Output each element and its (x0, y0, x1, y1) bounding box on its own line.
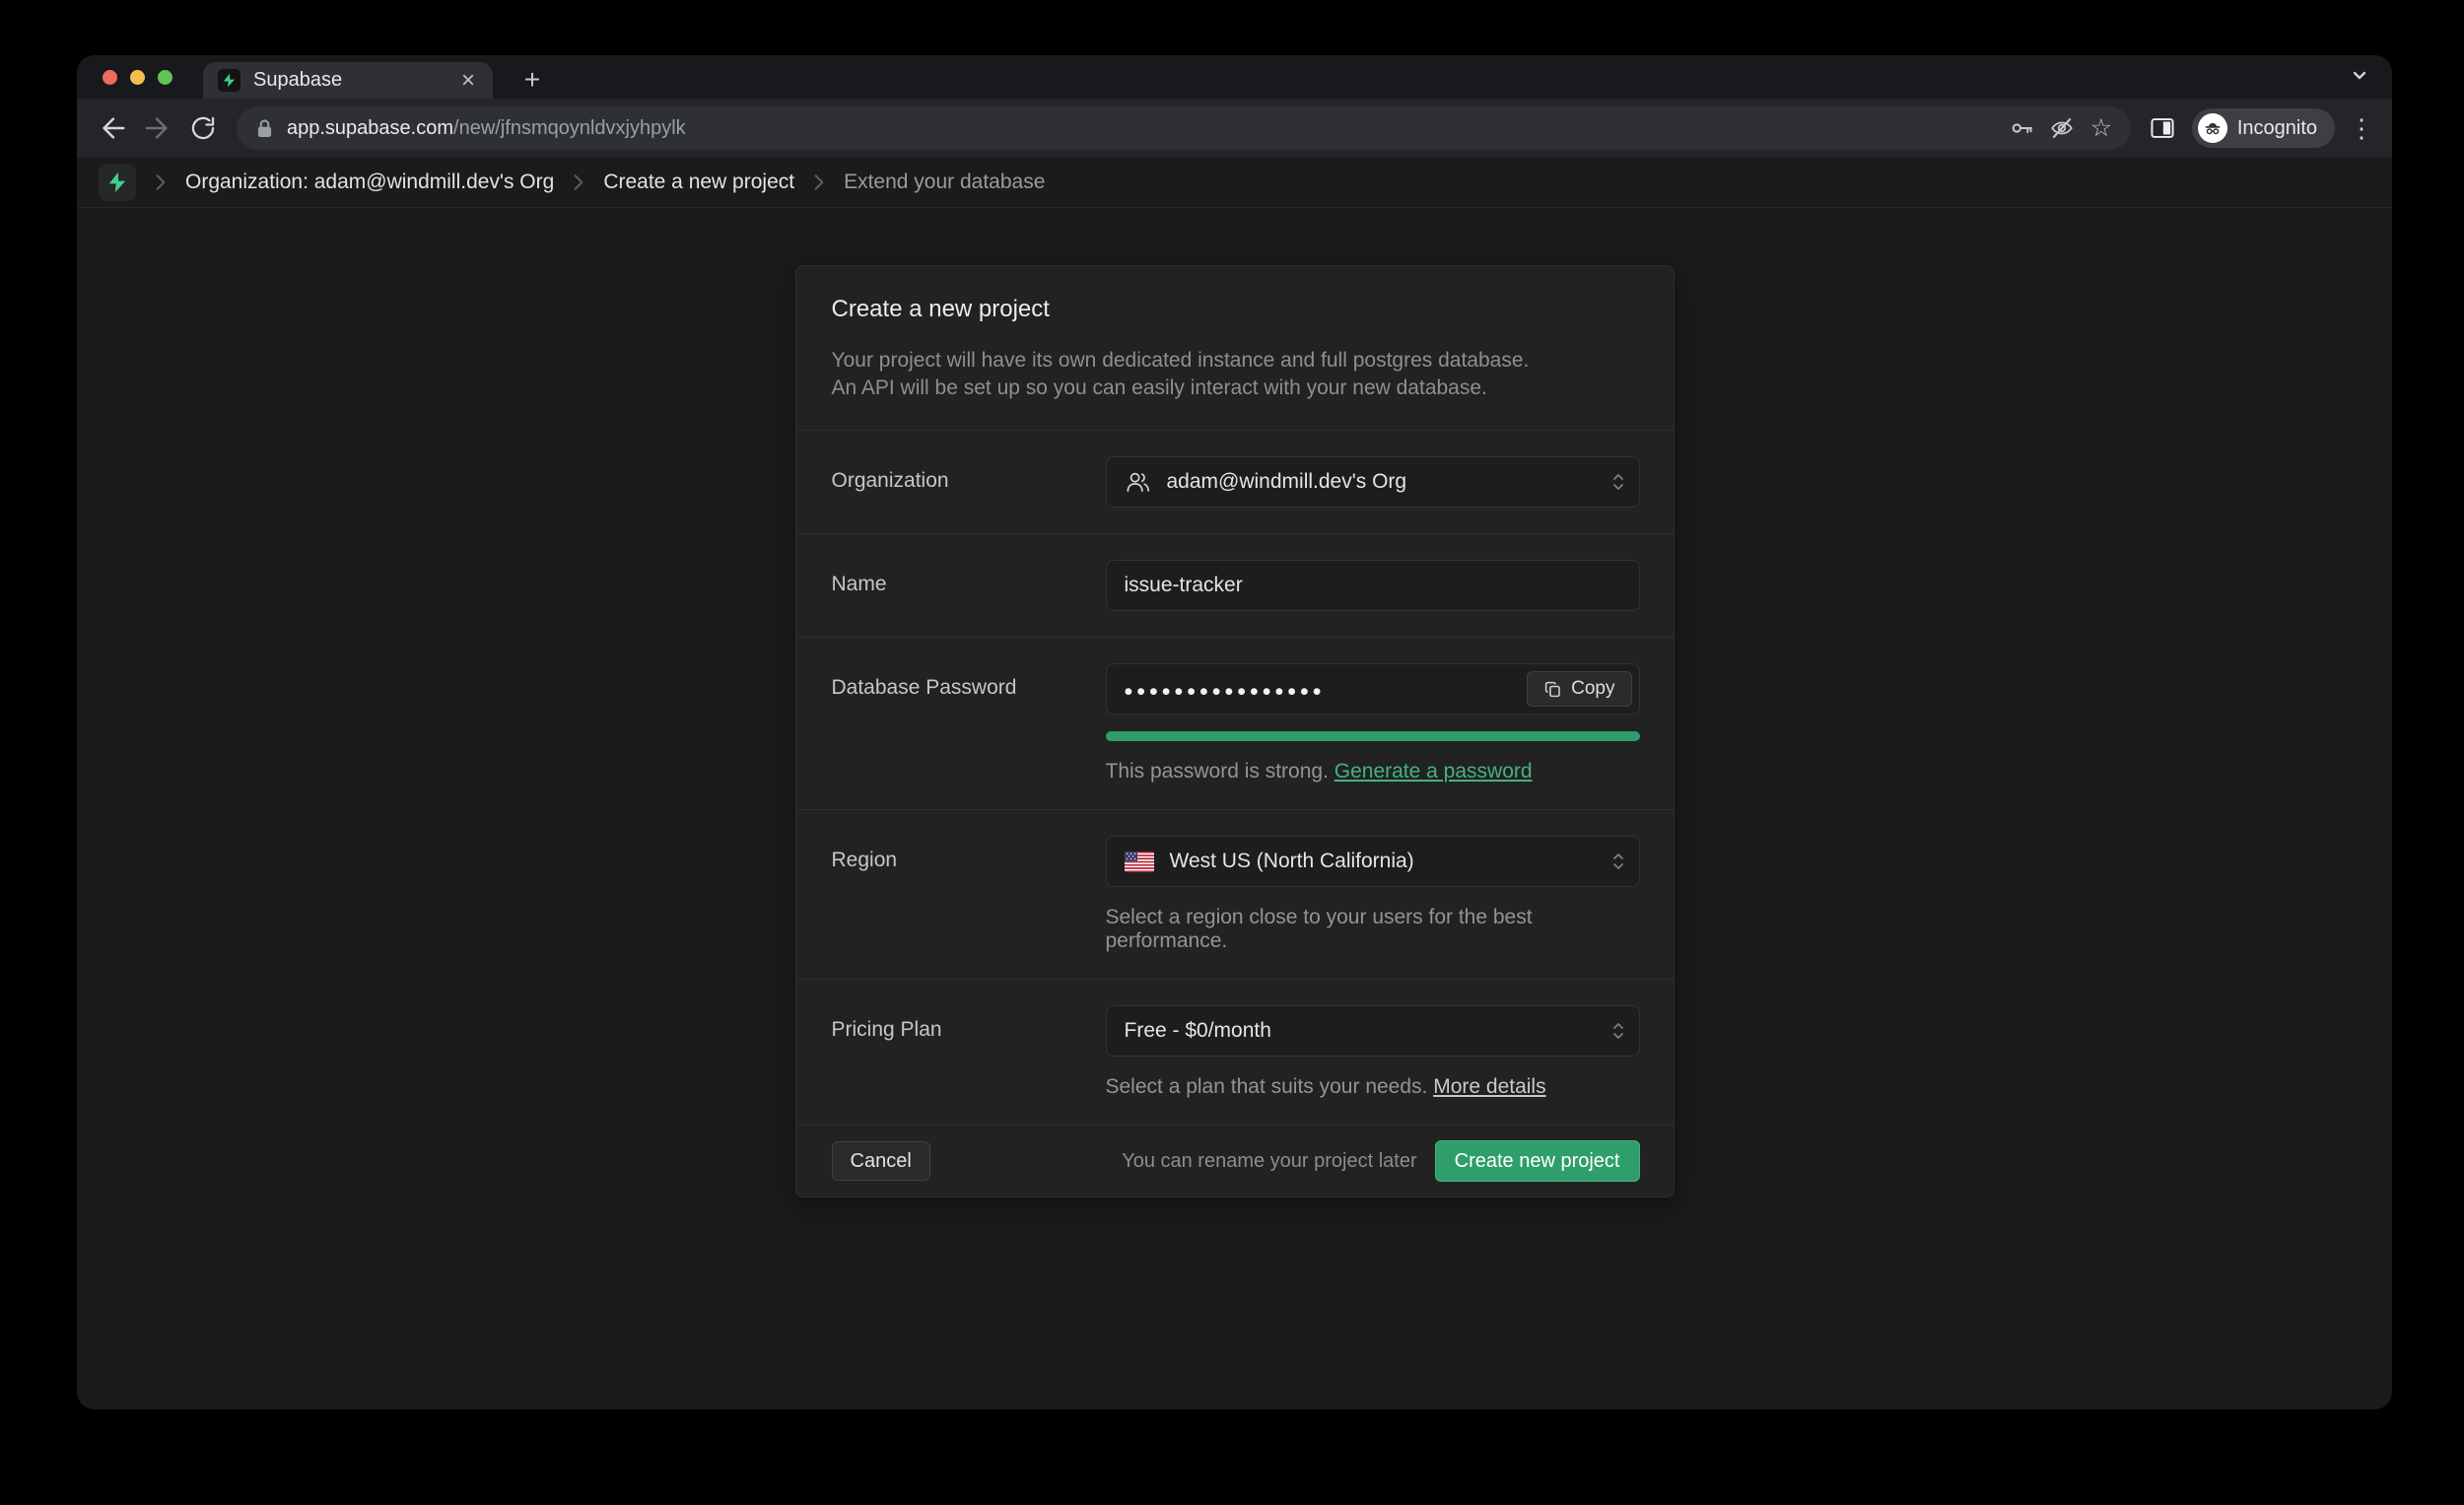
tab-strip: Supabase × + (77, 55, 2392, 99)
password-strength-text: This password is strong. (1106, 760, 1329, 783)
incognito-spy-icon (2198, 113, 2227, 143)
region-row: Region West US (North California) Select… (796, 809, 1674, 979)
pricing-select[interactable]: Free - $0/month (1106, 1005, 1640, 1057)
organization-value: adam@windmill.dev's Org (1167, 470, 1407, 494)
pricing-helper-text: Select a plan that suits your needs. (1106, 1075, 1428, 1098)
create-new-project-button[interactable]: Create new project (1435, 1140, 1640, 1182)
description-line-1: Your project will have its own dedicated… (832, 347, 1638, 375)
password-strength-meter (1106, 731, 1640, 741)
browser-window: Supabase × + app.supabase.com/new/jfnsmq… (77, 55, 2392, 1409)
password-label: Database Password (832, 663, 1106, 784)
region-helper: Select a region close to your users for … (1106, 906, 1640, 953)
breadcrumb-item-extend-database: Extend your database (844, 171, 1045, 194)
browser-tab-supabase[interactable]: Supabase × (203, 62, 493, 99)
back-button[interactable] (91, 106, 134, 150)
name-field (1106, 560, 1640, 611)
name-label: Name (832, 560, 1106, 611)
organization-select[interactable]: adam@windmill.dev's Org (1106, 456, 1640, 508)
password-helper: This password is strong. Generate a pass… (1106, 760, 1640, 784)
rename-note: You can rename your project later (1122, 1150, 1416, 1173)
create-project-card: Create a new project Your project will h… (795, 265, 1675, 1197)
copy-password-button[interactable]: Copy (1527, 671, 1631, 707)
address-bar[interactable]: app.supabase.com/new/jfnsmqoynldvxjyhpyl… (237, 106, 2131, 150)
browser-menu-icon[interactable]: ⋮ (2345, 113, 2378, 144)
password-row: Database Password •••••••••••••••• Copy (796, 637, 1674, 809)
name-row: Name (796, 533, 1674, 637)
tab-close-icon[interactable]: × (457, 69, 479, 93)
tab-search-chevron-icon[interactable] (2349, 65, 2370, 87)
pricing-label: Pricing Plan (832, 1005, 1106, 1099)
traffic-lights (103, 70, 172, 85)
card-header: Create a new project Your project will h… (796, 266, 1674, 430)
cancel-button[interactable]: Cancel (832, 1141, 930, 1181)
breadcrumb-item-create-project[interactable]: Create a new project (603, 171, 794, 194)
pricing-row: Pricing Plan Free - $0/month Select a pl… (796, 979, 1674, 1125)
browser-toolbar: app.supabase.com/new/jfnsmqoynldvxjyhpyl… (77, 99, 2392, 158)
region-value: West US (North California) (1170, 850, 1414, 873)
url-text: app.supabase.com/new/jfnsmqoynldvxjyhpyl… (287, 117, 2003, 140)
incognito-label: Incognito (2237, 117, 2317, 140)
card-footer: Cancel You can rename your project later… (796, 1125, 1674, 1197)
bookmark-star-icon[interactable]: ☆ (2082, 108, 2121, 148)
users-icon (1125, 469, 1151, 496)
password-field[interactable]: •••••••••••••••• Copy (1106, 663, 1640, 715)
copy-icon (1543, 680, 1562, 699)
chevron-selector-icon (1609, 1019, 1627, 1043)
organization-row: Organization adam@windmill.dev's Org (796, 430, 1674, 533)
generate-password-link[interactable]: Generate a password (1335, 760, 1533, 783)
incognito-badge: Incognito (2192, 108, 2335, 148)
name-input[interactable] (1125, 574, 1621, 597)
chevron-selector-icon (1609, 470, 1627, 494)
url-domain: app.supabase.com (287, 117, 453, 139)
page-title: Create a new project (832, 296, 1638, 323)
url-path: /new/jfnsmqoynldvxjyhpylk (453, 117, 686, 139)
breadcrumb-item-organization[interactable]: Organization: adam@windmill.dev's Org (185, 171, 554, 194)
chevron-selector-icon (1609, 850, 1627, 873)
side-panel-icon[interactable] (2143, 108, 2182, 148)
supabase-logo-icon[interactable] (99, 164, 136, 201)
lock-icon[interactable] (256, 118, 273, 139)
supabase-favicon-icon (217, 68, 241, 93)
forward-button[interactable] (136, 106, 179, 150)
more-details-link[interactable]: More details (1433, 1075, 1545, 1098)
description-line-2: An API will be set up so you can easily … (832, 375, 1638, 402)
chevron-right-icon (572, 173, 585, 191)
new-tab-button[interactable]: + (514, 63, 550, 97)
copy-label: Copy (1571, 678, 1614, 700)
reload-button[interactable] (181, 106, 225, 150)
breadcrumb: Organization: adam@windmill.dev's Org Cr… (77, 158, 2392, 208)
password-key-icon[interactable] (2003, 108, 2042, 148)
window-zoom-button[interactable] (158, 70, 172, 85)
chevron-right-icon (812, 173, 826, 191)
pricing-value: Free - $0/month (1125, 1019, 1271, 1043)
window-close-button[interactable] (103, 70, 117, 85)
page-content: Create a new project Your project will h… (77, 208, 2392, 1409)
organization-label: Organization (832, 456, 1106, 508)
region-label: Region (832, 836, 1106, 953)
eye-off-icon[interactable] (2042, 108, 2082, 148)
tab-title: Supabase (253, 69, 445, 92)
window-minimize-button[interactable] (130, 70, 145, 85)
us-flag-icon (1125, 852, 1154, 872)
region-select[interactable]: West US (North California) (1106, 836, 1640, 887)
pricing-helper: Select a plan that suits your needs. Mor… (1106, 1075, 1640, 1099)
card-description: Your project will have its own dedicated… (832, 347, 1638, 402)
chevron-right-icon (154, 173, 168, 191)
